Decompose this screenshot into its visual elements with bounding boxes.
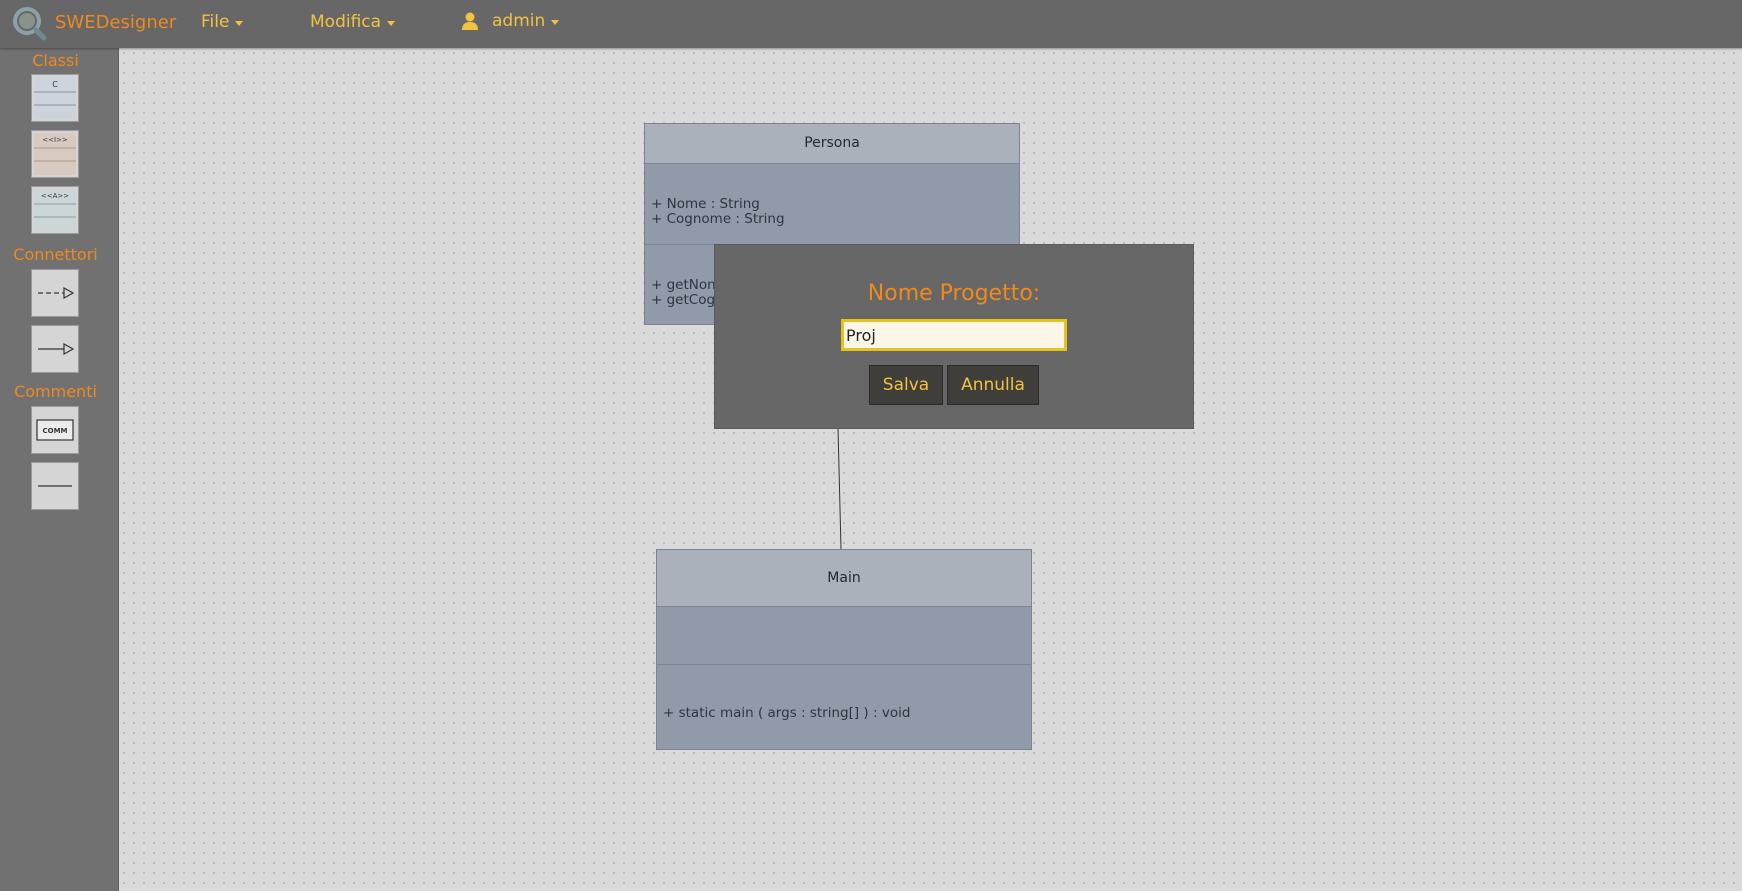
generalization-connector-tool-button[interactable] [31,325,79,373]
method-get-nome: + getNon [651,277,716,293]
app-brand-name[interactable]: SWEDesigner [55,12,176,33]
dialog-title: Nome Progetto: [867,281,1041,306]
method-get-cognome: + getCog [651,292,716,308]
connectors-section-title: Connettori [13,245,98,264]
tool-sidebar: Classi C <<I>> <<A>> Connettori Commenti… [0,48,119,891]
comment-line-tool-button[interactable] [31,462,79,510]
project-name-dialog: Nome Progetto: Salva Annulla [714,244,1194,429]
attribute-nome: + Nome : String [651,196,760,212]
magnifier-logo-icon[interactable] [10,4,50,44]
class-main-methods: + static main ( args : string[] ) : void [657,665,1031,751]
comment-tool-label: COMM [42,427,67,435]
class-main[interactable]: Main + static main ( args : string[] ) :… [656,549,1032,750]
method-main: + static main ( args : string[] ) : void [663,705,911,721]
save-button[interactable]: Salva [869,365,943,405]
class-persona-attributes: + Nome : String + Cognome : String [645,164,1019,245]
user-icon [460,11,480,31]
abstract-class-tool-button[interactable]: <<A>> [31,186,79,234]
class-main-name: Main [657,550,1031,607]
attribute-cognome: + Cognome : String [651,211,785,227]
comments-section-title: Commenti [14,382,97,401]
project-name-input[interactable] [841,319,1067,351]
chevron-down-icon [235,20,244,26]
classes-section-title: Classi [32,51,79,70]
file-menu[interactable]: File [201,12,244,32]
dependency-connector-tool-button[interactable] [31,269,79,317]
class-tool-label: C [52,80,58,89]
user-menu-label: admin [492,11,546,31]
chevron-down-icon [551,19,560,25]
class-tool-button[interactable]: C [31,74,79,122]
user-menu[interactable]: admin [460,11,560,31]
interface-tool-label: <<I>> [42,136,68,144]
cancel-button[interactable]: Annulla [947,365,1039,405]
class-persona-name: Persona [645,124,1019,164]
class-main-attributes [657,607,1031,665]
edit-menu[interactable]: Modifica [310,12,396,32]
interface-tool-button[interactable]: <<I>> [31,130,79,178]
diagram-canvas[interactable]: Persona + Nome : String + Cognome : Stri… [119,48,1742,891]
abstract-tool-label: <<A>> [41,192,69,200]
file-menu-label: File [201,12,230,32]
top-navbar: SWEDesigner File Modifica admin [0,0,1742,48]
edit-menu-label: Modifica [310,12,382,32]
comment-tool-button[interactable]: COMM [31,406,79,454]
chevron-down-icon [387,20,396,26]
